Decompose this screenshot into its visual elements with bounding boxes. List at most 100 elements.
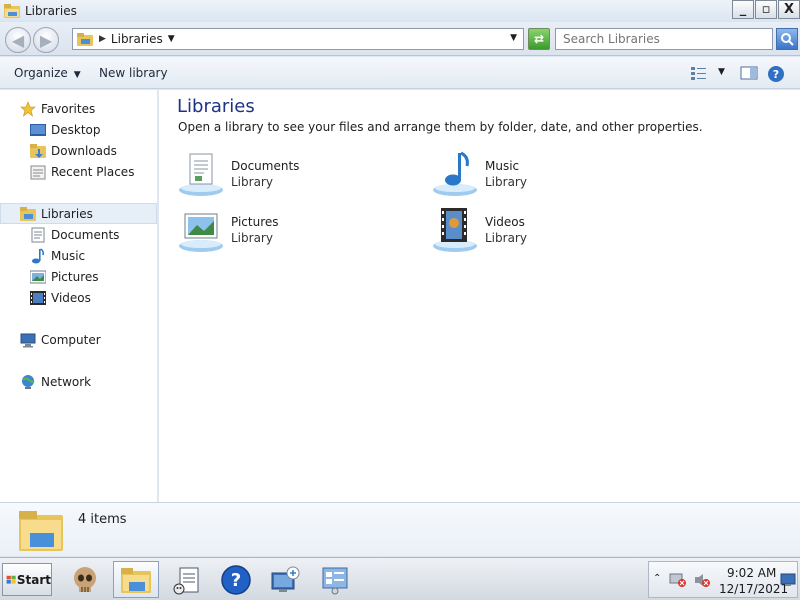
change-view-icon[interactable]	[690, 65, 708, 81]
library-videos[interactable]: Videos Library	[431, 206, 651, 256]
nav-music-label: Music	[51, 248, 86, 263]
refresh-button[interactable]: ⇄	[528, 28, 550, 50]
help-icon[interactable]: ?	[767, 65, 785, 83]
nav-libraries-label: Libraries	[41, 206, 93, 221]
address-history-dropdown[interactable]: ▼	[510, 33, 517, 43]
nav-downloads[interactable]: Downloads	[30, 140, 117, 161]
taskbar-control-panel[interactable]	[312, 561, 358, 598]
document-icon	[30, 227, 46, 243]
explorer-icon	[121, 567, 151, 593]
search-icon	[781, 33, 794, 46]
video-icon	[30, 290, 46, 306]
volume-muted-icon[interactable]	[693, 572, 711, 588]
library-music-name: Music	[485, 159, 520, 173]
nav-favorites-label: Favorites	[41, 101, 96, 116]
taskbar: Start ? ⌃ 9:02 AM 12/17/2021	[0, 557, 800, 600]
libraries-folder-icon	[4, 4, 20, 18]
back-arrow-icon: ◀	[11, 30, 25, 50]
item-count: 4 items	[78, 512, 127, 527]
documents-library-icon	[179, 153, 223, 196]
nav-downloads-label: Downloads	[51, 143, 117, 158]
navigation-bar: ◀ ▶ ▶ Libraries ▼ ▼ ⇄	[0, 22, 800, 56]
computer-icon	[20, 332, 36, 348]
preview-pane-icon[interactable]	[740, 65, 758, 81]
nav-music[interactable]: Music	[30, 245, 85, 266]
nav-network-label: Network	[41, 374, 92, 389]
start-button[interactable]: Start	[2, 563, 52, 596]
taskbar-explorer[interactable]	[113, 561, 159, 598]
show-hidden-icons-icon[interactable]: ⌃	[653, 573, 661, 584]
show-desktop-icon[interactable]	[780, 572, 796, 588]
control-panel-icon	[322, 567, 348, 594]
taskbar-notepad[interactable]	[164, 561, 210, 598]
picture-icon	[30, 269, 46, 285]
page-title: Libraries	[177, 96, 255, 117]
downloads-folder-icon	[30, 143, 46, 159]
nav-documents[interactable]: Documents	[30, 224, 119, 245]
organize-dropdown-icon: ▼	[73, 70, 81, 80]
start-label: Start	[16, 572, 51, 587]
organize-button[interactable]: Organize ▼	[14, 66, 81, 80]
nav-computer-label: Computer	[41, 332, 101, 347]
notepad-icon	[173, 567, 199, 594]
network-disconnected-icon[interactable]	[669, 572, 687, 588]
network-icon	[20, 374, 36, 390]
close-button[interactable]: X	[778, 0, 800, 19]
back-button[interactable]: ◀	[5, 27, 31, 53]
refresh-icon: ⇄	[533, 32, 545, 46]
clock-time[interactable]: 9:02 AM	[727, 566, 776, 580]
breadcrumb-libraries[interactable]: Libraries	[111, 32, 163, 46]
content-area: Libraries Open a library to see your fil…	[159, 90, 800, 502]
breadcrumb-separator[interactable]: ▶	[99, 34, 106, 44]
library-pictures-type: Library	[231, 231, 273, 245]
library-videos-name: Videos	[485, 215, 525, 229]
breadcrumb-dropdown[interactable]: ▼	[168, 34, 175, 44]
nav-recent-places[interactable]: Recent Places	[30, 161, 134, 182]
minimize-button[interactable]: _	[732, 0, 754, 19]
new-library-button[interactable]: New library	[99, 66, 168, 80]
address-bar[interactable]: ▶ Libraries ▼ ▼	[72, 28, 524, 50]
search-button[interactable]	[776, 28, 798, 50]
forward-button[interactable]: ▶	[33, 27, 59, 53]
nav-recent-places-label: Recent Places	[51, 164, 135, 179]
videos-library-icon	[433, 208, 477, 252]
skull-icon	[74, 566, 96, 592]
nav-network[interactable]: Network	[20, 371, 91, 392]
nav-documents-label: Documents	[51, 227, 120, 242]
help-icon: ?	[221, 564, 251, 595]
library-pictures[interactable]: Pictures Library	[177, 206, 397, 256]
library-pictures-name: Pictures	[231, 215, 279, 229]
title-bar: Libraries _ ▫ X	[0, 0, 800, 22]
nav-computer[interactable]: Computer	[20, 329, 101, 350]
taskbar-skull-app[interactable]	[62, 561, 108, 598]
windows-logo-icon	[6, 575, 16, 584]
nav-pictures-label: Pictures	[51, 269, 99, 284]
svg-text:?: ?	[231, 570, 241, 591]
library-documents-type: Library	[231, 175, 273, 189]
taskbar-remote-desktop[interactable]	[262, 561, 308, 598]
library-documents-name: Documents	[231, 159, 300, 173]
maximize-button[interactable]: ▫	[755, 0, 777, 19]
libraries-icon	[20, 206, 36, 222]
command-bar: Organize ▼ New library ▼ ?	[0, 57, 800, 89]
svg-text:?: ?	[773, 68, 779, 81]
view-options-dropdown-icon[interactable]: ▼	[718, 67, 725, 77]
pictures-library-icon	[179, 213, 223, 252]
taskbar-help[interactable]: ?	[213, 561, 259, 598]
nav-videos[interactable]: Videos	[30, 287, 91, 308]
nav-pictures[interactable]: Pictures	[30, 266, 99, 287]
music-note-icon	[30, 247, 46, 264]
navigation-pane: Favorites Desktop Downloads Recent Place…	[0, 90, 158, 502]
clock-date[interactable]: 12/17/2021	[719, 582, 788, 596]
libraries-folder-icon	[77, 32, 93, 46]
page-subtitle: Open a library to see your files and arr…	[178, 120, 703, 134]
search-input[interactable]	[555, 28, 773, 50]
library-documents[interactable]: Documents Library	[177, 150, 397, 200]
recent-places-icon	[30, 164, 46, 180]
nav-desktop[interactable]: Desktop	[30, 119, 101, 140]
nav-desktop-label: Desktop	[51, 122, 101, 137]
library-music[interactable]: Music Library	[431, 150, 651, 200]
nav-favorites[interactable]: Favorites	[20, 98, 95, 119]
nav-libraries[interactable]: Libraries	[0, 203, 157, 224]
details-pane: 4 items	[0, 502, 800, 556]
